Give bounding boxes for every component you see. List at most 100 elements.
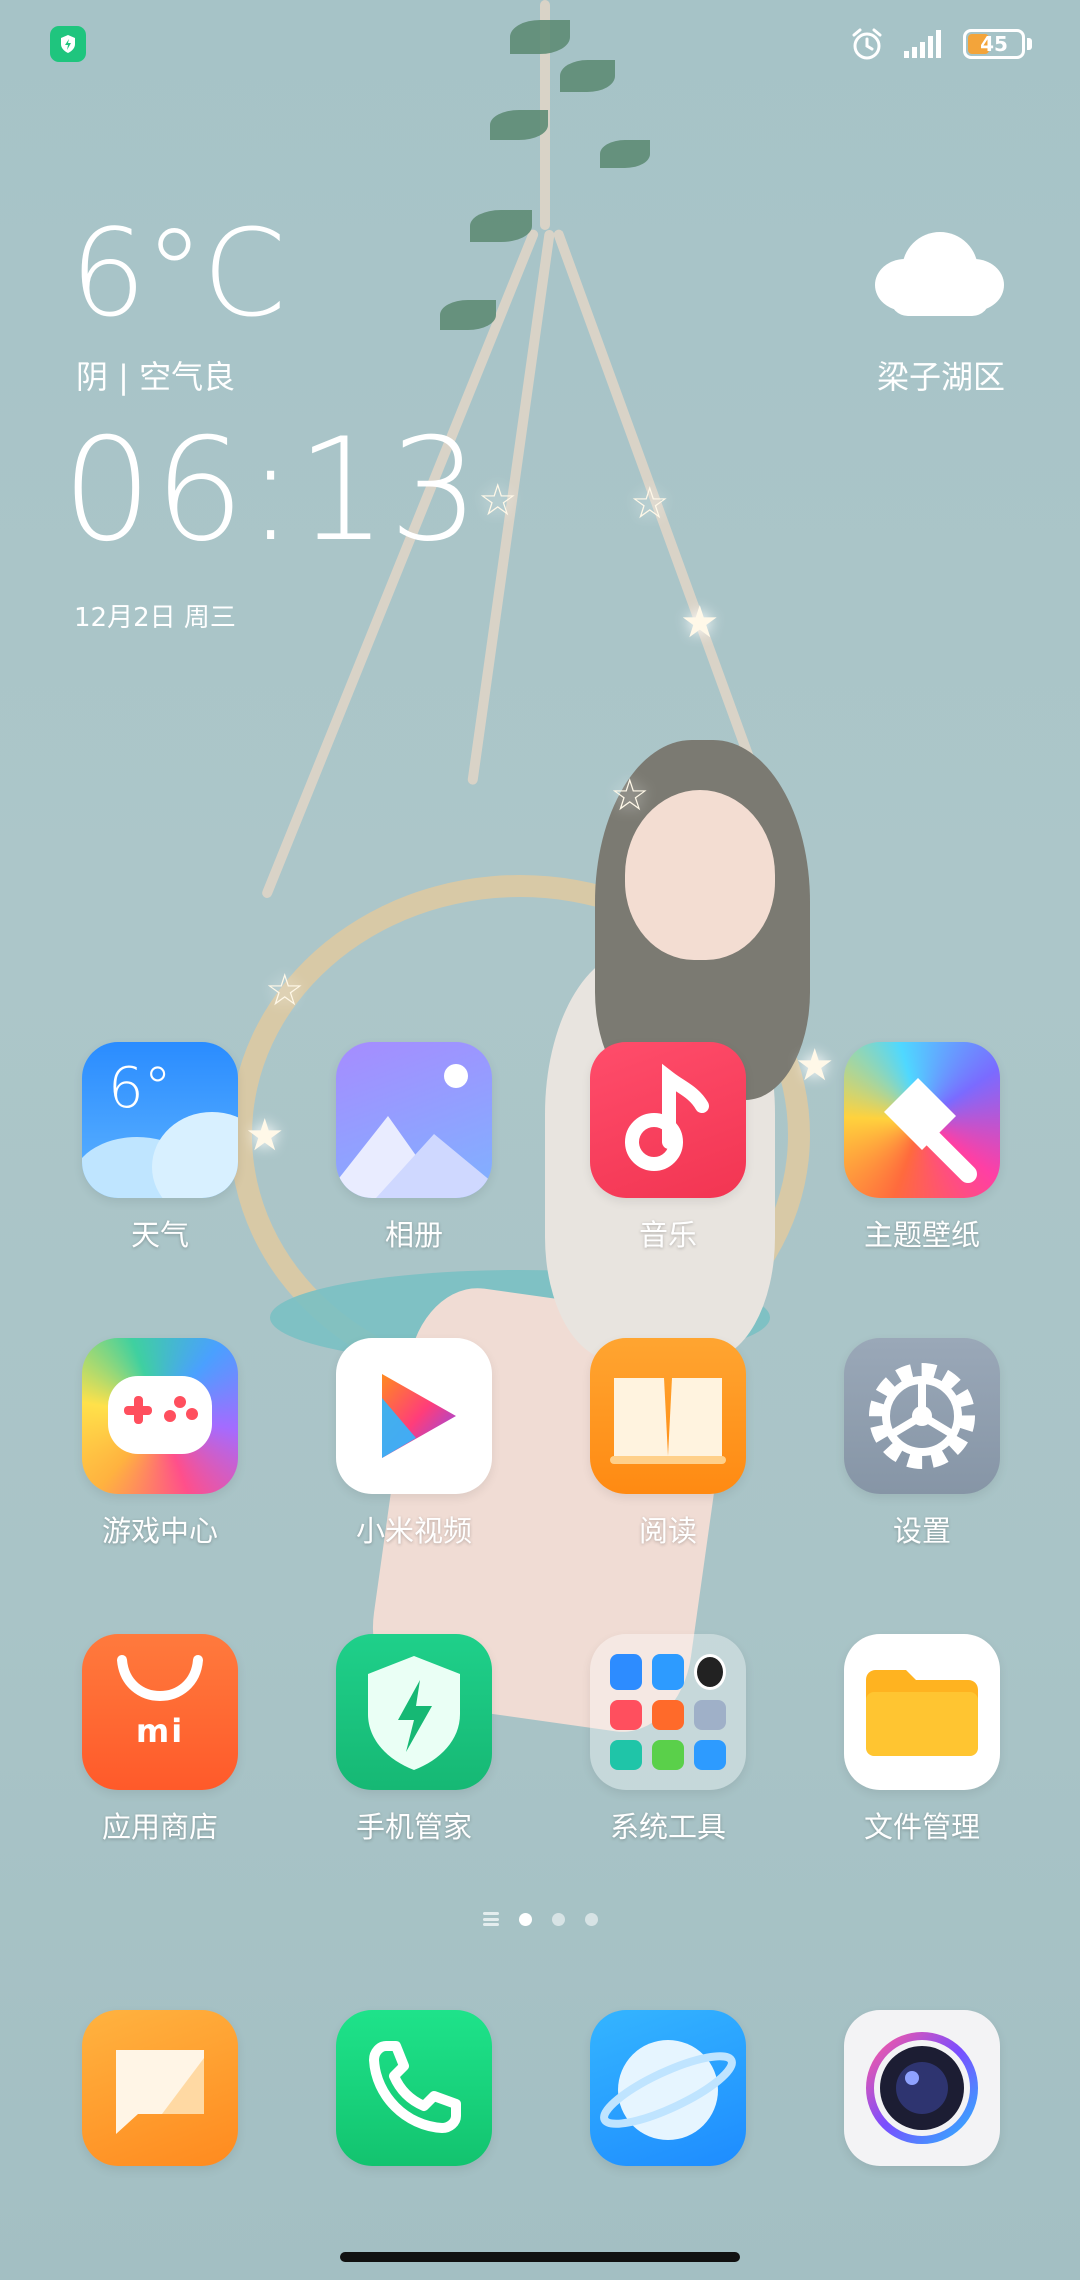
cloud-icon — [875, 232, 1004, 316]
wallpaper-star: ☆ — [610, 770, 650, 821]
compass-icon — [694, 1654, 726, 1690]
phone-app-icon — [336, 2010, 492, 2166]
themes-app-icon — [844, 1042, 1000, 1198]
folder-system-tools[interactable]: 系统工具 — [588, 1634, 748, 1846]
gear-icon — [869, 1363, 975, 1469]
battery-icon: 45 — [963, 29, 1025, 59]
gamepad-icon — [108, 1376, 212, 1454]
wallpaper-leaf — [600, 140, 650, 168]
reader-app-icon — [590, 1338, 746, 1494]
status-bar: 45 — [0, 0, 1080, 86]
page-indicator[interactable] — [0, 1912, 1080, 1926]
wallpaper-star: ★ — [245, 1110, 285, 1161]
app-gallery[interactable]: 相册 — [334, 1042, 494, 1254]
shield-bolt-icon — [368, 1656, 460, 1770]
battery-level: 45 — [980, 32, 1008, 56]
security-app-icon — [336, 1634, 492, 1790]
app-store-logo: mi — [135, 1712, 185, 1750]
play-icon — [382, 1374, 456, 1458]
wallpaper-star: ☆ — [265, 965, 305, 1016]
app-label: 主题壁纸 — [863, 1218, 980, 1252]
app-label: 应用商店 — [101, 1810, 218, 1844]
security-shield-icon — [50, 26, 86, 62]
page-dot-1[interactable] — [518, 1912, 532, 1926]
app-label: 天气 — [130, 1218, 189, 1252]
gallery-app-icon — [336, 1042, 492, 1198]
wallpaper-leaf — [470, 210, 532, 242]
signal-icon — [904, 30, 941, 58]
weather-app-icon: 6° — [82, 1042, 238, 1198]
wallpaper-leaf — [490, 110, 548, 140]
clock-date: 12月2日 周三 — [74, 603, 236, 633]
app-game-center[interactable]: 游戏中心 — [80, 1338, 240, 1550]
app-label: 手机管家 — [355, 1810, 472, 1844]
dock-messages[interactable] — [80, 2010, 240, 2166]
music-app-icon — [590, 1042, 746, 1198]
notes-icon — [694, 1700, 726, 1730]
battery-tip — [1027, 38, 1032, 50]
app-label: 系统工具 — [609, 1810, 726, 1844]
system-tools-folder-icon — [590, 1634, 746, 1790]
camera-app-icon — [844, 2010, 1000, 2166]
scanner-icon — [610, 1740, 642, 1770]
camera-lens-icon — [866, 2032, 978, 2144]
app-label: 文件管理 — [863, 1810, 980, 1844]
downloads-icon — [652, 1740, 684, 1770]
app-list-icon[interactable] — [482, 1912, 499, 1926]
phone-handset-icon — [369, 2041, 461, 2133]
wallpaper-star: ★ — [680, 597, 720, 648]
recorder-icon — [610, 1700, 642, 1730]
wallpaper-star: ☆ — [478, 475, 518, 526]
app-label: 小米视频 — [355, 1514, 472, 1548]
screen-recorder-icon — [652, 1700, 684, 1730]
contacts-icon — [610, 1654, 642, 1690]
app-weather[interactable]: 6° 天气 — [80, 1042, 240, 1254]
browser-mini-icon — [694, 1740, 726, 1770]
app-themes[interactable]: 主题壁纸 — [842, 1042, 1002, 1254]
folder-icon — [866, 1670, 978, 1756]
paint-brush-icon — [884, 1078, 977, 1183]
app-label: 相册 — [384, 1218, 443, 1252]
wallpaper-star: ★ — [795, 1040, 835, 1091]
alarm-icon — [852, 28, 882, 60]
email-icon — [652, 1654, 684, 1690]
game-center-app-icon — [82, 1338, 238, 1494]
app-store[interactable]: mi 应用商店 — [80, 1634, 240, 1846]
clock-time: 06:13 — [62, 408, 482, 573]
globe-icon — [600, 2040, 736, 2140]
dock-phone[interactable] — [334, 2010, 494, 2166]
dock-browser[interactable] — [588, 2010, 748, 2166]
browser-app-icon — [590, 2010, 746, 2166]
music-note-icon — [625, 1063, 709, 1171]
wallpaper-leaf — [440, 300, 496, 330]
app-security[interactable]: 手机管家 — [334, 1634, 494, 1846]
mountain-icon — [336, 1064, 492, 1198]
app-label: 设置 — [892, 1514, 951, 1548]
settings-app-icon — [844, 1338, 1000, 1494]
page-dot-3[interactable] — [584, 1912, 598, 1926]
messages-app-icon — [82, 2010, 238, 2166]
app-mi-video[interactable]: 小米视频 — [334, 1338, 494, 1550]
app-reader[interactable]: 阅读 — [588, 1338, 748, 1550]
weather-app-badge: 6° — [108, 1056, 172, 1121]
mi-video-app-icon — [336, 1338, 492, 1494]
message-bubble-icon — [116, 2050, 204, 2134]
weather-location: 梁子湖区 — [876, 358, 1005, 396]
app-music[interactable]: 音乐 — [588, 1042, 748, 1254]
weather-temperature: 6°C — [70, 205, 286, 344]
app-file-manager[interactable]: 文件管理 — [842, 1634, 1002, 1846]
app-store-icon: mi — [82, 1634, 238, 1790]
wallpaper-star: ☆ — [630, 478, 670, 529]
book-icon — [610, 1378, 726, 1464]
app-label: 音乐 — [638, 1218, 697, 1252]
app-settings[interactable]: 设置 — [842, 1338, 1002, 1550]
weather-app-cloud — [152, 1112, 238, 1198]
app-label: 阅读 — [638, 1514, 697, 1548]
page-dot-2[interactable] — [551, 1912, 565, 1926]
weather-condition: 阴 | 空气良 — [76, 358, 236, 396]
dock-camera[interactable] — [842, 2010, 1002, 2166]
app-label: 游戏中心 — [101, 1514, 218, 1548]
file-manager-app-icon — [844, 1634, 1000, 1790]
folder-preview-grid — [610, 1654, 726, 1770]
home-indicator[interactable] — [340, 2252, 740, 2262]
